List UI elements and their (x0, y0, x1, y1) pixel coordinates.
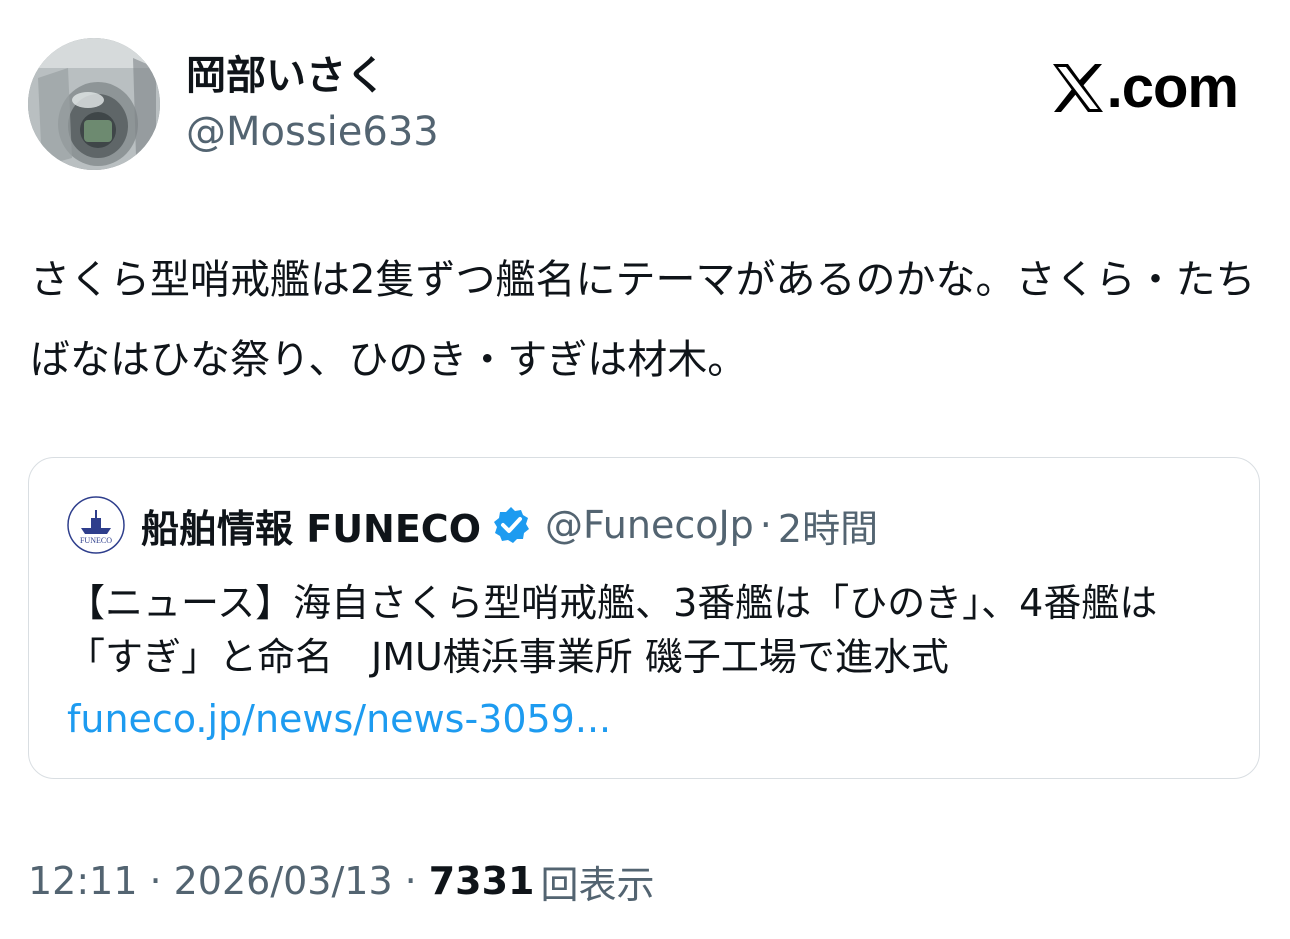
author-handle[interactable]: @Mossie633 (186, 106, 439, 158)
funeco-logo-text: FUNECO (80, 536, 112, 545)
brand-domain-suffix: .com (1106, 55, 1239, 120)
quoted-timestamp[interactable]: 2時間 (778, 498, 878, 553)
quoted-tweet-text: 【ニュース】海自さくら型哨戒艦、3番艦は「ひのき」、4番艦は「すぎ」と命名 JM… (67, 581, 1158, 679)
quoted-author-handle[interactable]: @FunecoJp (545, 503, 754, 547)
x-brand: .com (1051, 55, 1239, 120)
quoted-tweet-card[interactable]: FUNECO 船舶情報 FUNECO @FunecoJp · 2時間 【ニュース… (28, 457, 1260, 779)
tweet-time[interactable]: 12:11 (28, 859, 138, 903)
author-avatar[interactable] (28, 38, 160, 170)
verified-badge-icon (494, 507, 529, 543)
author-display-name[interactable]: 岡部いさく (186, 50, 386, 102)
tweet-text: さくら型哨戒艦は2隻ずつ艦名にテーマがあるのかな。さくら・たちばなはひな祭り、ひ… (30, 257, 1256, 383)
quoted-author-avatar[interactable]: FUNECO (67, 496, 125, 554)
meta-separator: · (149, 859, 162, 903)
quoted-tweet-header: FUNECO 船舶情報 FUNECO @FunecoJp · 2時間 (67, 496, 878, 554)
views-label: 回表示 (540, 862, 655, 907)
tweet-date[interactable]: 2026/03/13 (174, 859, 393, 903)
quoted-tweet-link[interactable]: funeco.jp/news/news-3059... (67, 692, 611, 746)
avatar-cockpit-photo (28, 38, 160, 170)
meta-separator: · (404, 859, 417, 903)
funeco-logo-icon: FUNECO (67, 496, 125, 554)
tweet-meta: 12:11 · 2026/03/13 · 7331 回表示 (28, 856, 655, 907)
x-logo-icon (1052, 64, 1103, 112)
quoted-author-name[interactable]: 船舶情報 FUNECO (141, 498, 481, 553)
views-count: 7331 (428, 859, 535, 903)
quoted-separator: · (759, 503, 772, 547)
